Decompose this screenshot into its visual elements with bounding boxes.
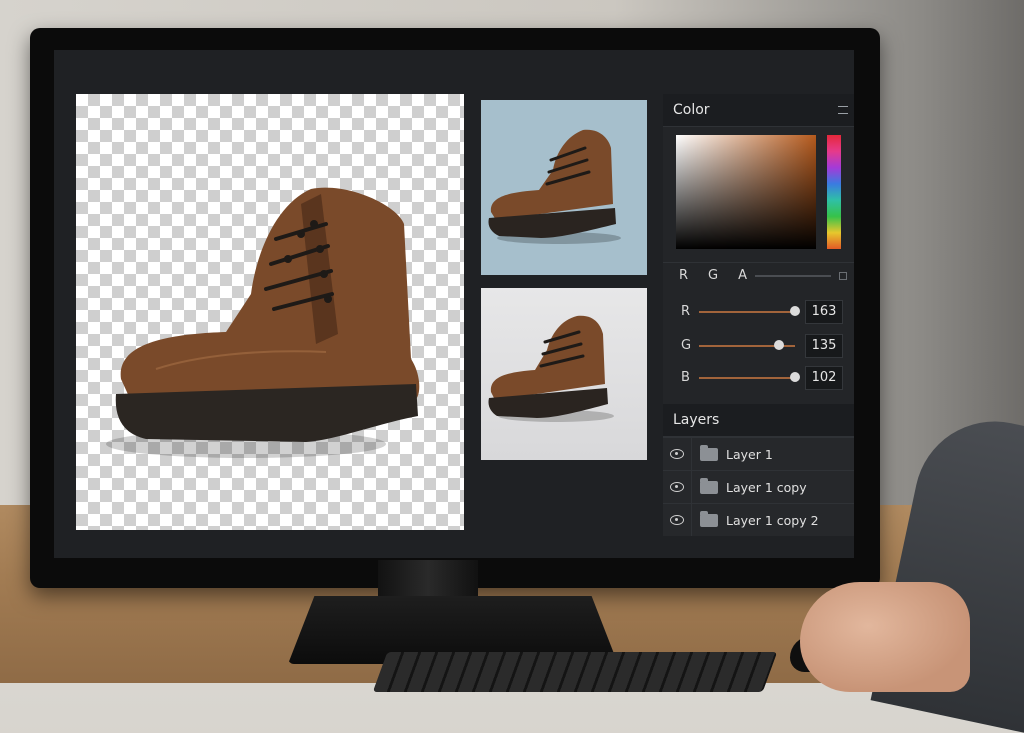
slider-blue-value[interactable]: 102 — [805, 366, 843, 390]
boot-image-thumb-2 — [488, 315, 614, 422]
slider-red-knob[interactable] — [790, 306, 800, 316]
layer-name: Layer 1 — [726, 446, 773, 462]
slider-blue: B 102 — [663, 366, 854, 390]
slider-green-value[interactable]: 135 — [805, 334, 843, 358]
color-mode-row: R G A — [663, 262, 854, 288]
layers-panel-header: Layers — [663, 404, 854, 437]
boot-image-thumb-1 — [488, 129, 621, 244]
slider-green-label: G — [681, 338, 692, 353]
layer-name: Layer 1 copy — [726, 479, 807, 495]
slider-blue-knob[interactable] — [790, 372, 800, 382]
keyboard — [372, 652, 778, 692]
layer-name: Layer 1 copy 2 — [726, 512, 819, 528]
mode-label-a[interactable]: A — [738, 268, 747, 283]
mode-label-r[interactable]: R — [679, 268, 688, 283]
eye-icon[interactable] — [663, 471, 692, 503]
hue-slider[interactable] — [827, 135, 841, 249]
eye-icon[interactable] — [663, 438, 692, 470]
monitor: Color R G A R 163 G 135 B 102 Layers Lay… — [30, 28, 880, 588]
slider-red-label: R — [681, 304, 691, 319]
slider-red: R 163 — [663, 300, 854, 324]
user-hand — [800, 582, 970, 692]
slider-green: G 135 — [663, 334, 854, 358]
layer-row[interactable]: Layer 1 copy — [663, 470, 854, 503]
boot-image-transparent — [106, 187, 420, 458]
thumbnail-gray-background[interactable] — [481, 288, 647, 460]
slider-blue-track[interactable] — [699, 377, 795, 379]
layers-panel-title: Layers — [673, 412, 720, 428]
main-canvas[interactable] — [76, 94, 464, 530]
layer-row[interactable]: Layer 1 — [663, 437, 854, 470]
alpha-end-icon — [839, 272, 847, 280]
mode-label-g[interactable]: G — [708, 268, 718, 283]
color-picker-field[interactable] — [676, 135, 816, 249]
folder-icon — [700, 510, 718, 527]
slider-blue-label: B — [681, 370, 690, 385]
slider-red-track[interactable] — [699, 311, 795, 313]
layer-row[interactable]: Layer 1 copy 2 — [663, 503, 854, 536]
color-panel-title: Color — [673, 102, 710, 118]
slider-green-knob[interactable] — [773, 340, 784, 350]
folder-icon — [700, 477, 718, 494]
folder-icon — [700, 444, 718, 461]
menu-icon[interactable] — [838, 106, 848, 114]
slider-red-value[interactable]: 163 — [805, 300, 843, 324]
color-panel-header: Color — [663, 94, 854, 127]
thumbnail-blue-background[interactable] — [481, 100, 647, 275]
eye-icon[interactable] — [663, 504, 692, 536]
alpha-track[interactable] — [755, 275, 831, 277]
side-panel: Color R G A R 163 G 135 B 102 Layers Lay… — [663, 94, 854, 536]
app-screen: Color R G A R 163 G 135 B 102 Layers Lay… — [54, 50, 854, 558]
